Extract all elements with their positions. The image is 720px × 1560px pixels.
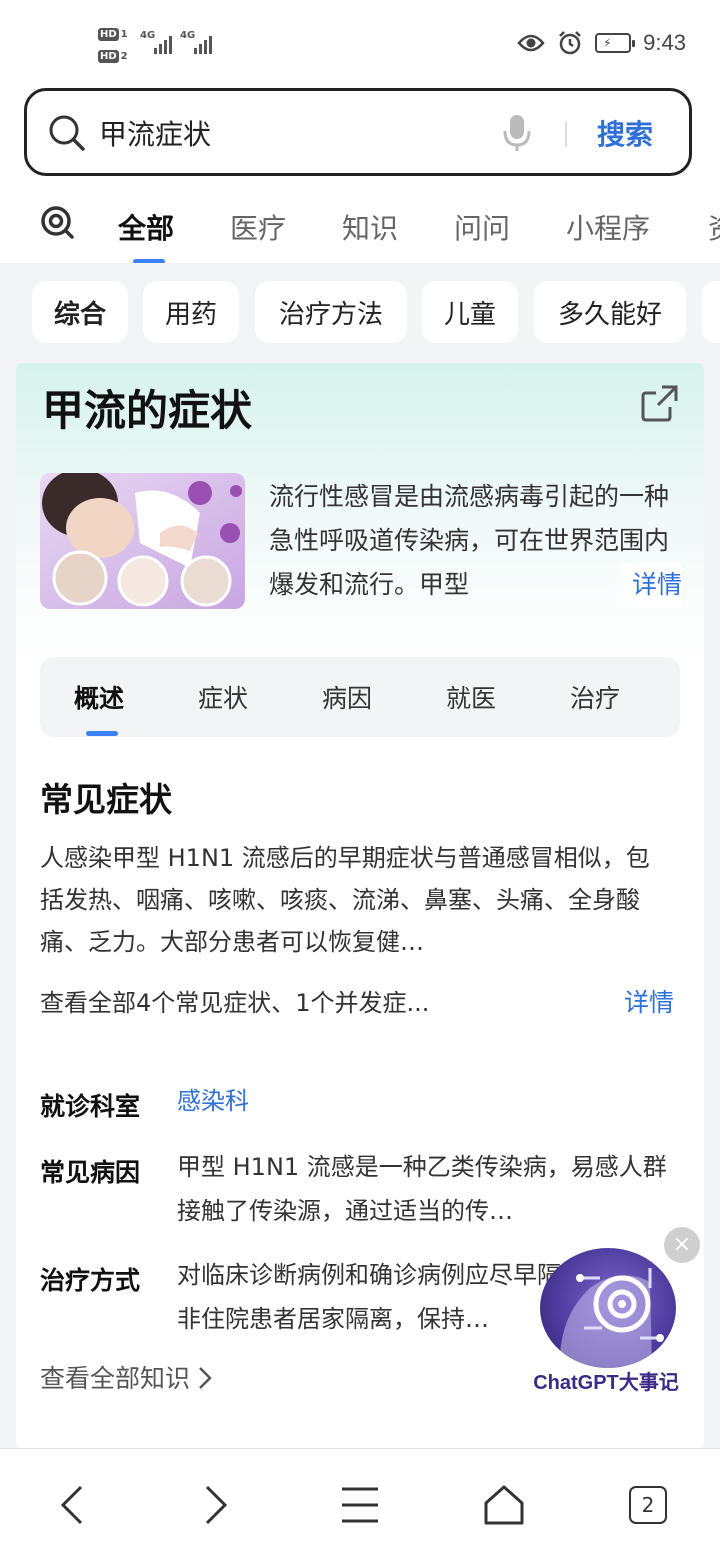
causes-value: 甲型 H1N1 流感是一种乙类传染病，易感人群接触了传染源，通过适当的传… [177,1153,667,1225]
tab-more[interactable]: 资 [708,207,720,247]
chip-treatment[interactable]: 治疗方法 [255,281,407,343]
intro-details-link[interactable]: 详情 [612,563,683,607]
search-input[interactable] [99,113,479,153]
sim-number: 2 [120,50,128,62]
tab-all[interactable]: 全部 [118,207,174,247]
section-body: 人感染甲型 H1N1 流感后的早期症状与普通感冒相似，包括发热、咽痛、咳嗽、咳痰… [40,844,650,956]
department-value[interactable]: 感染科 [177,1079,671,1123]
search-bar[interactable]: 搜索 [24,88,692,176]
sim-indicators: HD 1 HD 2 [98,26,128,70]
symptoms-summary-link[interactable]: 查看全部4个常见症状、1个并发症... [40,983,429,1018]
subtab-treatment[interactable]: 治疗 [570,679,620,715]
menu-icon [342,1487,378,1523]
sim-number: 1 [120,28,128,40]
robot-head-icon [540,1248,676,1368]
tab-qa[interactable]: 问问 [454,207,510,247]
home-icon [484,1485,524,1525]
share-icon[interactable] [640,383,680,423]
back-arrow-icon [60,1485,83,1525]
microphone-icon[interactable] [501,113,533,153]
subtab-symptoms[interactable]: 症状 [198,679,248,715]
eye-icon [517,34,545,52]
tab-mini-program[interactable]: 小程序 [566,207,650,247]
chip-comprehensive[interactable]: 综合 [32,281,128,343]
forward-button[interactable] [186,1477,246,1533]
filter-chips: 综合 用药 治疗方法 儿童 多久能好 [0,263,720,360]
treatment-label: 治疗方式 [40,1266,141,1295]
status-bar: HD 1 HD 2 4G 4G ⚡ 9:43 [0,0,720,88]
subtab-medical-visit[interactable]: 就医 [446,679,496,715]
subtab-overview[interactable]: 概述 [74,679,124,715]
chip-partial[interactable] [702,281,720,343]
back-button[interactable] [42,1477,102,1533]
all-knowledge-link[interactable]: 查看全部知识 [40,1359,214,1395]
active-subtab-indicator [86,731,118,736]
bottom-navigation: 2 [0,1448,720,1560]
card-title: 甲流的症状 [42,386,253,435]
all-knowledge-label: 查看全部知识 [40,1364,191,1393]
chip-children[interactable]: 儿童 [422,281,518,343]
clock: 9:43 [643,30,686,55]
department-label: 就诊科室 [40,1092,141,1121]
sub-tabs: 概述 症状 病因 就医 治疗 [40,657,680,737]
network-type: 4G [180,30,196,41]
battery-charging-icon: ⚡ [595,33,636,53]
signal-strength-icon: 4G [180,30,212,54]
hd-badge: HD [98,49,119,63]
causes-label: 常见病因 [40,1158,141,1187]
tab-medical[interactable]: 医疗 [230,207,286,247]
chip-recovery-time[interactable]: 多久能好 [534,281,686,343]
network-type: 4G [140,30,156,41]
search-header: 搜索 全部 医疗 知识 问问 小程序 资 [0,88,720,263]
menu-button[interactable] [330,1477,390,1533]
tab-knowledge[interactable]: 知识 [342,207,398,247]
search-button[interactable]: 搜索 [597,113,653,153]
search-icon [49,115,85,151]
symptoms-details-link[interactable]: 详情 [624,983,674,1019]
subtab-causes[interactable]: 病因 [322,679,372,715]
tab-count-icon: 2 [629,1486,667,1524]
tabs-button[interactable]: 2 [618,1477,678,1533]
home-button[interactable] [474,1477,534,1533]
chip-medication[interactable]: 用药 [143,281,239,343]
section-title: 常见症状 [40,780,172,819]
category-tabs: 全部 医疗 知识 问问 小程序 资 [0,193,720,263]
flu-illustration[interactable] [40,473,245,609]
signal-strength-icon: 4G [140,30,172,54]
chatgpt-promo-badge[interactable]: ChatGPT大事记 [532,1248,680,1398]
forward-arrow-icon [205,1485,228,1525]
lens-icon[interactable] [40,205,76,241]
divider [565,121,567,147]
hd-badge: HD [98,27,119,41]
alarm-icon [559,31,582,55]
chevron-right-icon [199,1367,212,1389]
promo-text: ChatGPT大事记 [533,1372,679,1394]
